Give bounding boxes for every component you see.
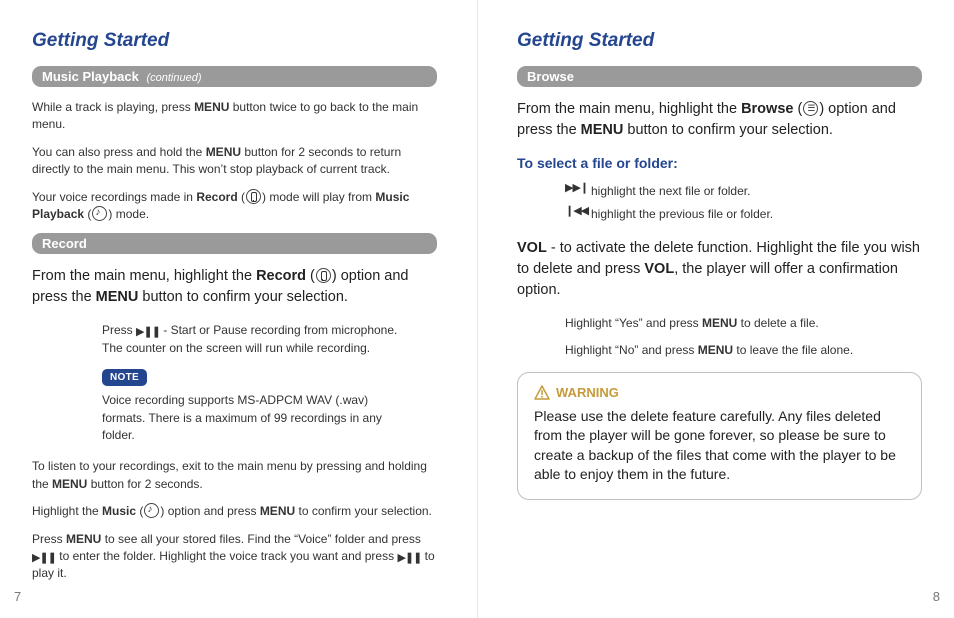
section-bar-browse: Browse: [517, 66, 922, 87]
warning-box: WARNING Please use the delete feature ca…: [517, 372, 922, 500]
page-right: Getting Started Browse From the main men…: [477, 0, 954, 618]
paragraph: Highlight “No” and press MENU to leave t…: [565, 342, 902, 359]
list-item: ▶▶❙ highlight the next file or folder.: [565, 183, 902, 200]
paragraph: You can also press and hold the MENU but…: [32, 144, 437, 179]
note-badge: NOTE: [102, 369, 147, 386]
play-pause-icon: ▶❚❚: [32, 553, 56, 564]
warning-text: Please use the delete feature carefully.…: [534, 407, 905, 485]
music-icon: [144, 503, 159, 518]
warning-icon: [534, 385, 550, 401]
paragraph: Highlight the Music () option and press …: [32, 503, 437, 520]
paragraph: While a track is playing, press MENU but…: [32, 99, 437, 134]
paragraph: To listen to your recordings, exit to th…: [32, 458, 437, 493]
play-pause-icon: ▶❚❚: [397, 553, 421, 564]
page-left: Getting Started Music Playback (continue…: [0, 0, 477, 618]
record-icon: [246, 189, 261, 204]
lead-paragraph: From the main menu, highlight the Record…: [32, 266, 437, 308]
section-label: Record: [42, 236, 87, 251]
page-number-right: 8: [933, 589, 940, 604]
section-continued: (continued): [146, 72, 201, 84]
section-label: Browse: [527, 69, 574, 84]
page-title: Getting Started: [517, 30, 922, 52]
paragraph: Your voice recordings made in Record () …: [32, 189, 437, 224]
record-icon: [316, 268, 331, 283]
lead-paragraph: From the main menu, highlight the Browse…: [517, 99, 922, 141]
warning-title: WARNING: [534, 385, 905, 401]
section-label: Music Playback: [42, 69, 139, 84]
next-icon: ▶▶❙: [565, 183, 583, 194]
paragraph: Highlight “Yes” and press MENU to delete…: [565, 315, 902, 332]
page-spread: Getting Started Music Playback (continue…: [0, 0, 954, 618]
section-bar-music-playback: Music Playback (continued): [32, 66, 437, 87]
prev-icon: ❙◀◀: [565, 206, 583, 217]
sub-heading: To select a file or folder:: [517, 155, 922, 171]
section-bar-record: Record: [32, 233, 437, 254]
browse-icon: [803, 101, 818, 116]
note-text: Voice recording supports MS-ADPCM WAV (.…: [102, 392, 407, 444]
music-icon: [92, 206, 107, 221]
play-pause-icon: ▶❚❚: [136, 327, 160, 338]
paragraph: Press ▶❚❚ - Start or Pause recording fro…: [102, 322, 407, 357]
page-number-left: 7: [14, 589, 21, 604]
paragraph: VOL - to activate the delete function. H…: [517, 238, 922, 301]
list-item: ❙◀◀ highlight the previous file or folde…: [565, 206, 902, 223]
paragraph: Press MENU to see all your stored files.…: [32, 531, 437, 583]
page-title: Getting Started: [32, 30, 437, 52]
